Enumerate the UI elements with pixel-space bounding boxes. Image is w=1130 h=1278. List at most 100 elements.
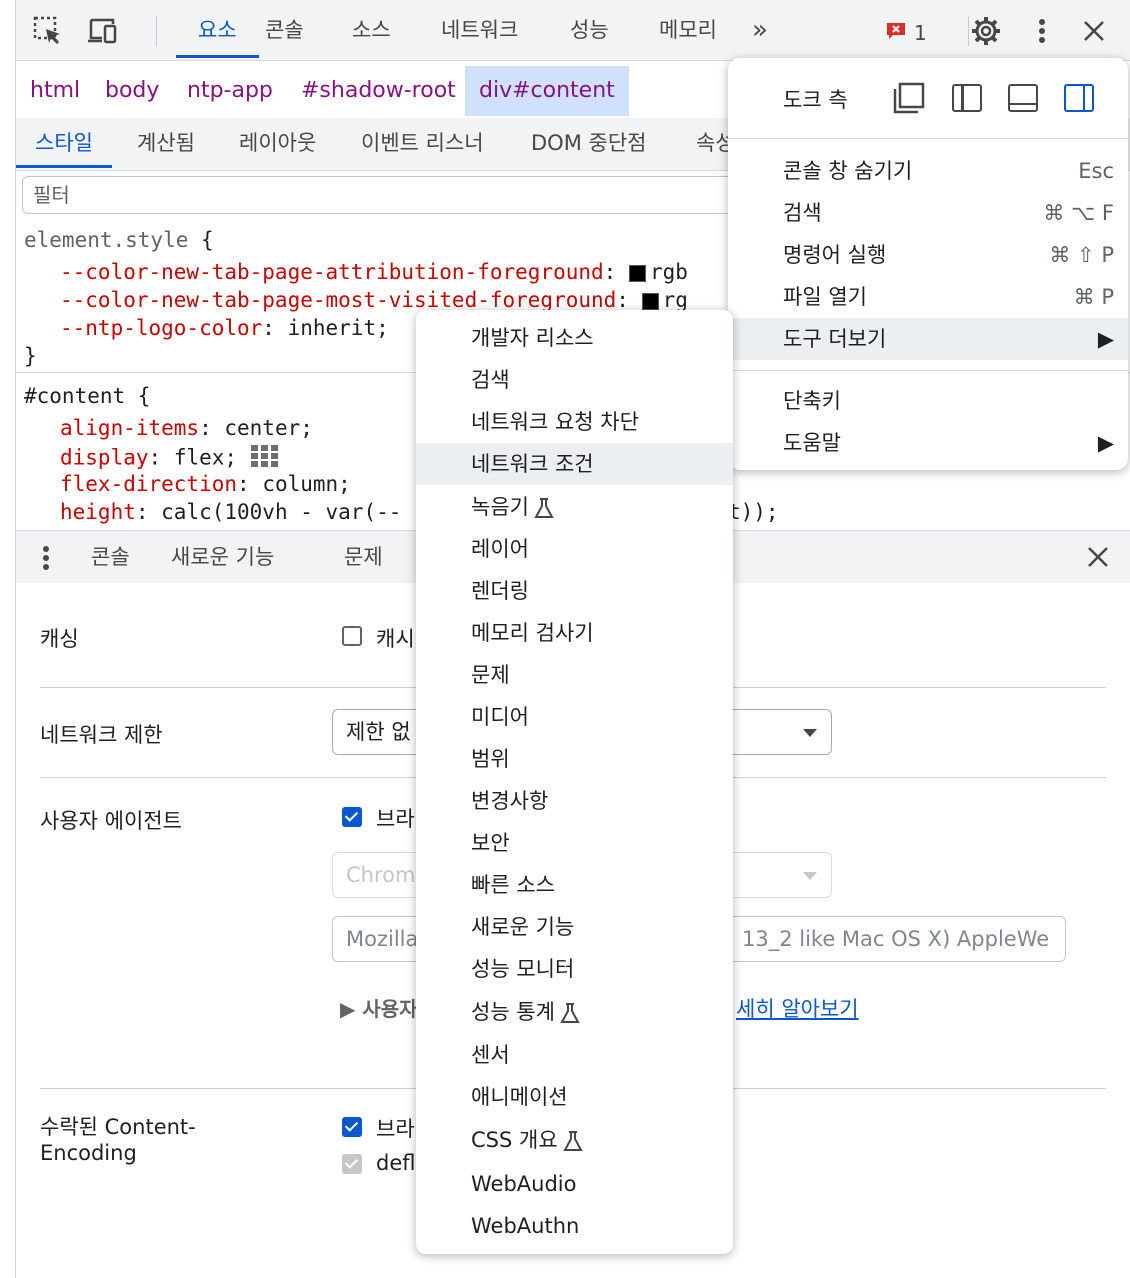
menu-item-search[interactable]: 검색 — [416, 359, 733, 401]
error-count[interactable]: 1 — [914, 0, 927, 66]
menu-item-media[interactable]: 미디어 — [416, 696, 733, 738]
menu-item-animations[interactable]: 애니메이션 — [416, 1076, 733, 1118]
user-agent-text: 13_2 like Mac OS X) AppleWe — [742, 927, 1050, 951]
use-browser-default-checkbox[interactable] — [342, 807, 362, 827]
learn-more-link[interactable]: 세히 알아보기 — [736, 993, 859, 1023]
menu-item-developer-resources[interactable]: 개발자 리소스 — [416, 317, 733, 359]
more-tabs-chevron-icon[interactable]: » — [752, 0, 768, 58]
deflate-label: defl — [376, 1151, 416, 1175]
css-declaration[interactable]: --color-new-tab-page-most-visited-foregr… — [60, 288, 688, 312]
breadcrumb-html[interactable]: html — [30, 66, 80, 116]
dock-bottom-icon[interactable] — [1008, 84, 1038, 112]
menu-item-label: 문제 — [471, 663, 510, 687]
drawer-menu-icon[interactable] — [42, 545, 50, 575]
close-icon[interactable] — [1077, 14, 1111, 48]
menu-item-layers[interactable]: 레이어 — [416, 528, 733, 570]
menu-item-recorder[interactable]: 녹음기 — [416, 486, 733, 528]
error-icon[interactable] — [886, 22, 906, 40]
tab-network[interactable]: 네트워크 — [441, 0, 518, 58]
breadcrumb-shadow-root[interactable]: #shadow-root — [301, 66, 456, 116]
tab-computed[interactable]: 계산됨 — [137, 118, 195, 168]
menu-item-memory-inspector[interactable]: 메모리 검사기 — [416, 612, 733, 654]
dock-left-icon[interactable] — [952, 84, 982, 112]
property-name: flex-direction — [60, 472, 238, 496]
menu-item-search[interactable]: 검색 ⌘ ⌥ F — [728, 192, 1128, 234]
breadcrumb-div-content[interactable]: div#content — [465, 66, 629, 116]
menu-item-help[interactable]: 도움말 ▶ — [728, 422, 1128, 464]
menu-item-label: 메모리 검사기 — [471, 621, 594, 645]
menu-item-open-file[interactable]: 파일 열기 ⌘ P — [728, 276, 1128, 318]
menu-item-more-tools[interactable]: 도구 더보기 ▶ — [728, 318, 1128, 360]
menu-item-label: 빠른 소스 — [471, 873, 555, 897]
undock-icon[interactable] — [893, 82, 925, 114]
experiment-flask-icon — [562, 1131, 583, 1151]
throttling-value: 제한 없 — [346, 720, 411, 744]
menu-item-css-overview[interactable]: CSS 개요 — [416, 1119, 733, 1161]
drawer-tab-console[interactable]: 콘솔 — [91, 531, 130, 583]
menu-item-network-request-blocking[interactable]: 네트워크 요청 차단 — [416, 401, 733, 443]
menu-item-label: 파일 열기 — [783, 285, 867, 309]
menu-item-quick-source[interactable]: 빠른 소스 — [416, 864, 733, 906]
drawer-close-icon[interactable] — [1087, 546, 1109, 572]
tab-memory[interactable]: 메모리 — [659, 0, 717, 58]
disable-cache-checkbox[interactable] — [342, 626, 362, 646]
menu-item-security[interactable]: 보안 — [416, 822, 733, 864]
deflate-checkbox[interactable] — [342, 1154, 362, 1174]
menu-item-coverage[interactable]: 범위 — [416, 738, 733, 780]
tab-console[interactable]: 콘솔 — [265, 0, 304, 58]
device-toolbar-icon[interactable] — [86, 14, 120, 48]
menu-item-whats-new[interactable]: 새로운 기능 — [416, 906, 733, 948]
tab-layout[interactable]: 레이아웃 — [239, 118, 316, 168]
tab-elements[interactable]: 요소 — [176, 0, 259, 58]
experiment-flask-icon — [560, 1003, 580, 1023]
flexbox-editor-icon[interactable] — [250, 444, 280, 473]
breadcrumb-ntp-app[interactable]: ntp-app — [187, 66, 273, 116]
tab-styles[interactable]: 스타일 — [16, 118, 112, 168]
css-declaration[interactable]: height: calc(100vh - var(-- — [60, 500, 401, 524]
kebab-menu-icon[interactable] — [1025, 14, 1059, 48]
tab-sources[interactable]: 소스 — [352, 0, 391, 58]
css-declaration[interactable]: align-items: center; — [60, 416, 313, 440]
menu-item-shortcuts[interactable]: 단축키 — [728, 380, 1128, 422]
more-tools-submenu: 개발자 리소스 검색 네트워크 요청 차단 네트워크 조건 녹음기 레이어 렌더… — [416, 310, 733, 1254]
drawer-tab-issues[interactable]: 문제 — [344, 531, 383, 583]
devtools-toolbar: 요소 콘솔 소스 네트워크 성능 메모리 » 1 — [16, 0, 1130, 61]
menu-item-network-conditions[interactable]: 네트워크 조건 — [416, 443, 733, 485]
menu-item-label: WebAuthn — [471, 1214, 580, 1238]
selector-text: element.style — [24, 228, 189, 252]
gear-icon[interactable] — [969, 14, 1003, 48]
menu-item-shortcut: ⌘ P — [1073, 285, 1114, 309]
property-name: --ntp-logo-color — [60, 316, 263, 340]
menu-item-rendering[interactable]: 렌더링 — [416, 570, 733, 612]
menu-item-webauthn[interactable]: WebAuthn — [416, 1205, 733, 1247]
property-name: align-items — [60, 416, 200, 440]
encoding-browser-default-checkbox[interactable] — [342, 1117, 362, 1137]
tab-event-listeners[interactable]: 이벤트 리스너 — [361, 118, 484, 168]
menu-item-webaudio[interactable]: WebAudio — [416, 1163, 733, 1205]
css-declaration[interactable]: display: flex; — [60, 444, 280, 473]
filter-input[interactable]: 필터 — [22, 176, 742, 214]
inspect-element-icon[interactable] — [31, 14, 65, 48]
menu-item-sensors[interactable]: 센서 — [416, 1034, 733, 1076]
css-declaration[interactable]: --ntp-logo-color: inherit; — [60, 316, 389, 340]
menu-item-issues[interactable]: 문제 — [416, 654, 733, 696]
color-swatch[interactable] — [641, 292, 659, 310]
css-declaration[interactable]: flex-direction: column; — [60, 472, 351, 496]
selector-text: #content — [24, 384, 126, 408]
color-swatch[interactable] — [628, 264, 646, 282]
drawer-tab-whats-new[interactable]: 새로운 기능 — [171, 531, 274, 583]
dock-right-icon[interactable] — [1064, 84, 1094, 112]
customize-devtools-menu: 도크 측 콘솔 창 숨기기 Esc 검색 ⌘ ⌥ F 명령어 실행 ⌘ ⇧ P 파일 … — [728, 58, 1128, 470]
menu-item-hide-console[interactable]: 콘솔 창 숨기기 Esc — [728, 150, 1128, 192]
css-declaration[interactable]: --color-new-tab-page-attribution-foregro… — [60, 260, 688, 284]
menu-item-changes[interactable]: 변경사항 — [416, 780, 733, 822]
tab-dom-breakpoints[interactable]: DOM 중단점 — [531, 118, 646, 168]
tab-performance[interactable]: 성능 — [570, 0, 609, 58]
user-agent-hints-toggle[interactable]: ▶ 사용자 — [340, 993, 418, 1022]
property-name: display — [60, 445, 149, 470]
menu-item-run-command[interactable]: 명령어 실행 ⌘ ⇧ P — [728, 234, 1128, 276]
breadcrumb-body[interactable]: body — [105, 66, 159, 116]
menu-item-performance-monitor[interactable]: 성능 모니터 — [416, 948, 733, 990]
menu-item-label: 센서 — [471, 1043, 510, 1067]
menu-item-performance-insights[interactable]: 성능 통계 — [416, 991, 733, 1033]
